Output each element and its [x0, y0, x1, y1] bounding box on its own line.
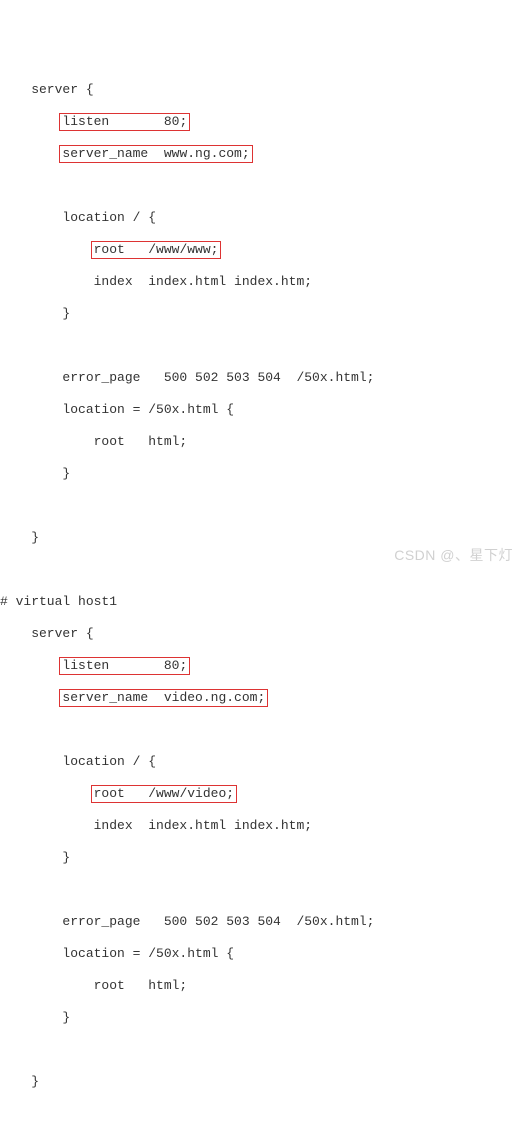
code-line: [0, 882, 527, 898]
code-line: index index.html index.htm;: [0, 818, 527, 834]
watermark: CSDN @、星下灯: [394, 547, 513, 563]
code-block: server { listen 80; server_name www.ng.c…: [0, 66, 527, 1106]
code-line: [0, 338, 527, 354]
highlight-root-www: root /www/www;: [92, 242, 221, 258]
code-line: listen 80;: [0, 114, 527, 130]
code-line: [0, 722, 527, 738]
code-line: root html;: [0, 978, 527, 994]
code-line: location = /50x.html {: [0, 946, 527, 962]
code-line: }: [0, 1074, 527, 1090]
code-line: location / {: [0, 754, 527, 770]
highlight-root-video: root /www/video;: [92, 786, 236, 802]
code-line: server {: [0, 626, 527, 642]
code-line: }: [0, 306, 527, 322]
indent: [0, 242, 94, 257]
code-line: index index.html index.htm;: [0, 274, 527, 290]
code-line: # virtual host1: [0, 594, 527, 610]
highlight-servername-www: server_name www.ng.com;: [60, 146, 251, 162]
code-line: root html;: [0, 434, 527, 450]
highlight-listen-video: listen 80;: [60, 658, 189, 674]
code-line: server_name www.ng.com;: [0, 146, 527, 162]
indent: [0, 786, 94, 801]
code-line: listen 80;: [0, 658, 527, 674]
indent: [0, 690, 62, 705]
highlight-listen-www: listen 80;: [60, 114, 189, 130]
code-line: [0, 178, 527, 194]
code-line: location = /50x.html {: [0, 402, 527, 418]
code-line: }: [0, 850, 527, 866]
code-line: root /www/www;: [0, 242, 527, 258]
code-line: [0, 498, 527, 514]
code-line: server_name video.ng.com;: [0, 690, 527, 706]
code-line: }: [0, 530, 527, 546]
code-line: error_page 500 502 503 504 /50x.html;: [0, 370, 527, 386]
code-line: location / {: [0, 210, 527, 226]
indent: [0, 658, 62, 673]
code-line: }: [0, 1010, 527, 1026]
code-line: }: [0, 466, 527, 482]
highlight-servername-video: server_name video.ng.com;: [60, 690, 267, 706]
code-line: error_page 500 502 503 504 /50x.html;: [0, 914, 527, 930]
code-line: root /www/video;: [0, 786, 527, 802]
code-line: [0, 562, 527, 578]
code-line: [0, 1042, 527, 1058]
code-line: server {: [0, 82, 527, 98]
indent: [0, 146, 62, 161]
indent: [0, 114, 62, 129]
